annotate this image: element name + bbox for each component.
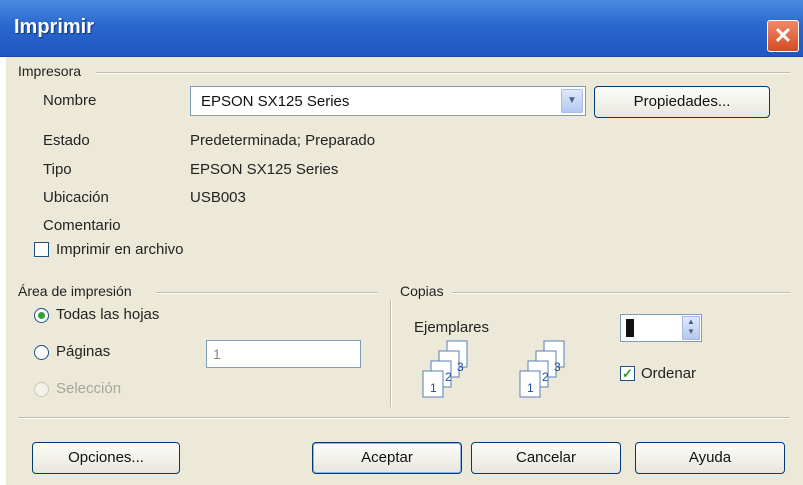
copies-group-line xyxy=(452,292,790,294)
ok-button[interactable]: Aceptar xyxy=(312,442,462,474)
help-button[interactable]: Ayuda xyxy=(635,442,785,474)
pages-input-value: 1 xyxy=(213,346,221,362)
collate-page-1: 1 xyxy=(527,381,534,395)
radio-pages-label: Páginas xyxy=(56,343,111,360)
collate-page-1: 1 xyxy=(430,381,437,395)
radio-all-sheets-label: Todas las hojas xyxy=(56,306,160,323)
spin-down-icon[interactable]: ▼ xyxy=(683,327,699,337)
printer-group-label: Impresora xyxy=(18,63,82,79)
properties-button[interactable]: Propiedades... xyxy=(594,86,770,118)
section-divider xyxy=(390,299,392,407)
radio-pages[interactable] xyxy=(34,345,49,360)
radio-all-sheets[interactable] xyxy=(34,308,49,323)
printer-name-label: Nombre xyxy=(43,92,97,109)
location-value: USB003 xyxy=(190,189,246,206)
cancel-button[interactable]: Cancelar xyxy=(471,442,621,474)
collate-checkbox[interactable]: ✓ xyxy=(620,366,635,381)
collate-page-2: 2 xyxy=(542,370,549,384)
collate-label: Ordenar xyxy=(641,365,697,382)
options-button[interactable]: Opciones... xyxy=(32,442,180,474)
window-title: Imprimir xyxy=(14,16,95,38)
dialog-body: Impresora Nombre EPSON SX125 Series ▼ Pr… xyxy=(6,57,803,485)
print-to-file-checkbox[interactable] xyxy=(34,242,49,257)
spin-up-icon[interactable]: ▲ xyxy=(683,317,699,327)
type-value: EPSON SX125 Series xyxy=(190,161,339,178)
print-range-group-label: Área de impresión xyxy=(18,283,132,299)
printer-name-value: EPSON SX125 Series xyxy=(201,93,350,110)
collate-icon-set-1: 1 2 3 xyxy=(422,340,468,398)
button-separator xyxy=(18,417,790,419)
copies-spinner[interactable]: ▲ ▼ xyxy=(620,314,702,342)
status-value: Predeterminada; Preparado xyxy=(190,132,376,149)
status-label: Estado xyxy=(43,132,90,149)
print-dialog: Imprimir ✕ Impresora Nombre EPSON SX125 … xyxy=(0,0,803,485)
printer-name-combobox[interactable]: EPSON SX125 Series ▼ xyxy=(190,86,586,116)
text-cursor xyxy=(626,319,634,337)
printer-group-line xyxy=(96,72,790,74)
radio-selected-dot xyxy=(38,312,45,319)
radio-selection xyxy=(34,382,49,397)
print-to-file-label: Imprimir en archivo xyxy=(56,241,184,258)
title-bar[interactable]: Imprimir ✕ xyxy=(0,0,803,57)
spinner-buttons[interactable]: ▲ ▼ xyxy=(682,316,700,340)
chevron-down-icon[interactable]: ▼ xyxy=(561,89,583,113)
collate-page-3: 3 xyxy=(554,360,561,374)
comment-label: Comentario xyxy=(43,217,121,234)
copies-group-label: Copias xyxy=(400,283,444,299)
close-button[interactable]: ✕ xyxy=(767,20,799,52)
collate-icon-set-2: 1 2 3 xyxy=(519,340,565,398)
collate-page-3: 3 xyxy=(457,360,464,374)
pages-input[interactable]: 1 xyxy=(206,340,361,368)
print-range-group-line xyxy=(156,292,378,294)
type-label: Tipo xyxy=(43,161,72,178)
collate-page-2: 2 xyxy=(445,370,452,384)
radio-selection-label: Selección xyxy=(56,380,122,397)
location-label: Ubicación xyxy=(43,189,109,206)
copies-count-label: Ejemplares xyxy=(414,319,490,336)
